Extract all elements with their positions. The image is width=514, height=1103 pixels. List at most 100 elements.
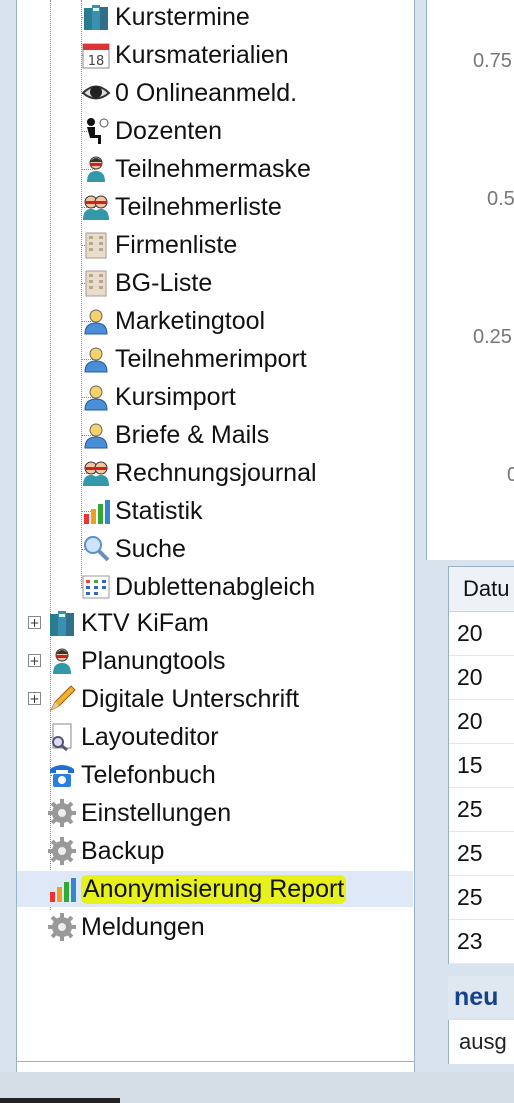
y-tick-label: 0.75 — [473, 50, 512, 72]
tree-item-label: Dozenten — [115, 116, 223, 145]
tree-horizontal-scrollbar[interactable] — [17, 1061, 414, 1072]
table-icon — [81, 572, 111, 602]
tree-item-label: Firmenliste — [115, 230, 238, 259]
tree-item-label: Dublettenabgleich — [115, 572, 316, 601]
tree-item-label: Teilnehmerliste — [115, 192, 282, 221]
grid-body: 20 20 20 15 25 25 25 23 — [449, 612, 514, 964]
people-icon — [81, 192, 111, 222]
building-icon — [81, 268, 111, 298]
gear-icon — [47, 798, 77, 828]
eye-icon — [81, 78, 111, 108]
gear-icon — [47, 912, 77, 942]
tree-item-label: KTV KiFam — [81, 608, 209, 637]
tree-item-teilnehmerliste[interactable]: Teilnehmerliste — [81, 189, 411, 225]
user-icon — [81, 344, 111, 374]
grid-cell-date[interactable]: 25 — [449, 788, 514, 832]
tree-item-label: Rechnungsjournal — [115, 458, 317, 487]
tree-item-label: Anonymisierung Report — [81, 874, 347, 904]
tree-item-label: Layouteditor — [81, 722, 219, 751]
news-panel-title: neu — [448, 976, 514, 1018]
tree-item-meldungen[interactable]: Meldungen — [47, 909, 411, 945]
tree-item-dublettenabgleich[interactable]: Dublettenabgleich — [81, 569, 411, 605]
tree-item-label: Kursimport — [115, 382, 236, 411]
user-icon — [81, 306, 111, 336]
grid-cell-date[interactable]: 25 — [449, 876, 514, 920]
tree-item-label: Suche — [115, 534, 186, 563]
tree-item-einstellungen[interactable]: Einstellungen — [47, 795, 411, 831]
expand-icon[interactable]: + — [28, 654, 41, 667]
tree-item-label: Marketingtool — [115, 306, 266, 335]
tree-item-planungtools[interactable]: Planungtools — [47, 643, 411, 679]
tree-item-label: 0 Onlineanmeld. — [115, 78, 298, 107]
tree-item-kurstermine[interactable]: Kurstermine — [81, 0, 411, 35]
document-search-icon — [47, 722, 77, 752]
bottom-bar — [0, 1072, 514, 1103]
tree-item-label: Kursmaterialien — [115, 40, 289, 69]
tree-item-label: Briefe & Mails — [115, 420, 270, 449]
tree-item-teilnehmerimport[interactable]: Teilnehmerimport — [81, 341, 411, 377]
grid-cell-date[interactable]: 20 — [449, 612, 514, 656]
tree-item-label: Meldungen — [81, 912, 205, 941]
book-icon — [47, 608, 77, 638]
tree-item-backup[interactable]: Backup — [47, 833, 411, 869]
tree-item-dozenten[interactable]: Dozenten — [81, 113, 411, 149]
chart-area: 0.75 0.5 0.25 0 — [426, 0, 514, 560]
person-icon — [47, 646, 77, 676]
expand-icon[interactable]: + — [28, 692, 41, 705]
book-icon — [81, 2, 111, 32]
tree-item-firmenliste[interactable]: Firmenliste — [81, 227, 411, 263]
tree-item-label: Backup — [81, 836, 165, 865]
tree-item-label: Teilnehmermaske — [115, 154, 311, 183]
tree-item-digitale-unterschrift[interactable]: Digitale Unterschrift — [47, 681, 411, 717]
tree-item-label: Kurstermine — [115, 2, 250, 31]
grid-cell-date[interactable]: 20 — [449, 700, 514, 744]
grid-cell-date[interactable]: 15 — [449, 744, 514, 788]
tree-item-0-onlineanmeld[interactable]: 0 Onlineanmeld. — [81, 75, 411, 111]
navigation-tree: Kurstermine 18 Kursmaterialien 0 Onlineanme… — [16, 0, 415, 1072]
tree-item-anonymisierung-report[interactable]: Anonymisierung Report — [17, 871, 413, 907]
tree-item-marketingtool[interactable]: Marketingtool — [81, 303, 411, 339]
grid-cell-date[interactable]: 20 — [449, 656, 514, 700]
bar-chart-icon — [47, 874, 77, 904]
tree-item-label: Planungtools — [81, 646, 226, 675]
tree-item-teilnehmermaske[interactable]: Teilnehmermaske — [81, 151, 411, 187]
grid-cell-date[interactable]: 23 — [449, 920, 514, 964]
tree-item-label: BG-Liste — [115, 268, 213, 297]
user-icon — [81, 382, 111, 412]
tree-item-kursmaterialien[interactable]: 18 Kursmaterialien — [81, 37, 411, 73]
taskbar-edge — [0, 1098, 120, 1103]
user-icon — [81, 420, 111, 450]
tree-item-rechnungsjournal[interactable]: Rechnungsjournal — [81, 455, 411, 491]
tree-item-layouteditor[interactable]: Layouteditor — [47, 719, 411, 755]
person-icon — [81, 154, 111, 184]
tree-item-kursimport[interactable]: Kursimport — [81, 379, 411, 415]
tree-item-label: Digitale Unterschrift — [81, 684, 300, 713]
telephone-icon — [47, 760, 77, 790]
data-grid: Datu 20 20 20 15 25 25 25 23 — [448, 566, 514, 964]
building-icon — [81, 230, 111, 260]
tree-item-label: Einstellungen — [81, 798, 232, 827]
people-icon — [81, 458, 111, 488]
grid-column-header-date[interactable]: Datu — [449, 567, 514, 612]
y-tick-label: 0.5 — [487, 188, 514, 210]
tree-item-label: Telefonbuch — [81, 760, 216, 789]
bar-chart-icon — [81, 496, 111, 526]
magnifier-icon — [81, 534, 111, 564]
pencil-icon — [47, 684, 77, 714]
tree-item-briefe-mails[interactable]: Briefe & Mails — [81, 417, 411, 453]
y-tick-label: 0 — [507, 464, 514, 486]
lecturer-icon — [81, 116, 111, 146]
tree-item-statistik[interactable]: Statistik — [81, 493, 411, 529]
tree-item-telefonbuch[interactable]: Telefonbuch — [47, 757, 411, 793]
gear-icon — [47, 836, 77, 866]
tree-item-label: Statistik — [115, 496, 203, 525]
news-panel-text: ausg — [448, 1020, 514, 1064]
calendar-icon: 18 — [81, 40, 111, 70]
y-tick-label: 0.25 — [473, 326, 512, 348]
tree-item-bg-liste[interactable]: BG-Liste — [81, 265, 411, 301]
tree-item-suche[interactable]: Suche — [81, 531, 411, 567]
tree-item-label: Teilnehmerimport — [115, 344, 307, 373]
tree-item-ktv-kifam[interactable]: KTV KiFam — [47, 605, 411, 641]
expand-icon[interactable]: + — [28, 616, 41, 629]
grid-cell-date[interactable]: 25 — [449, 832, 514, 876]
